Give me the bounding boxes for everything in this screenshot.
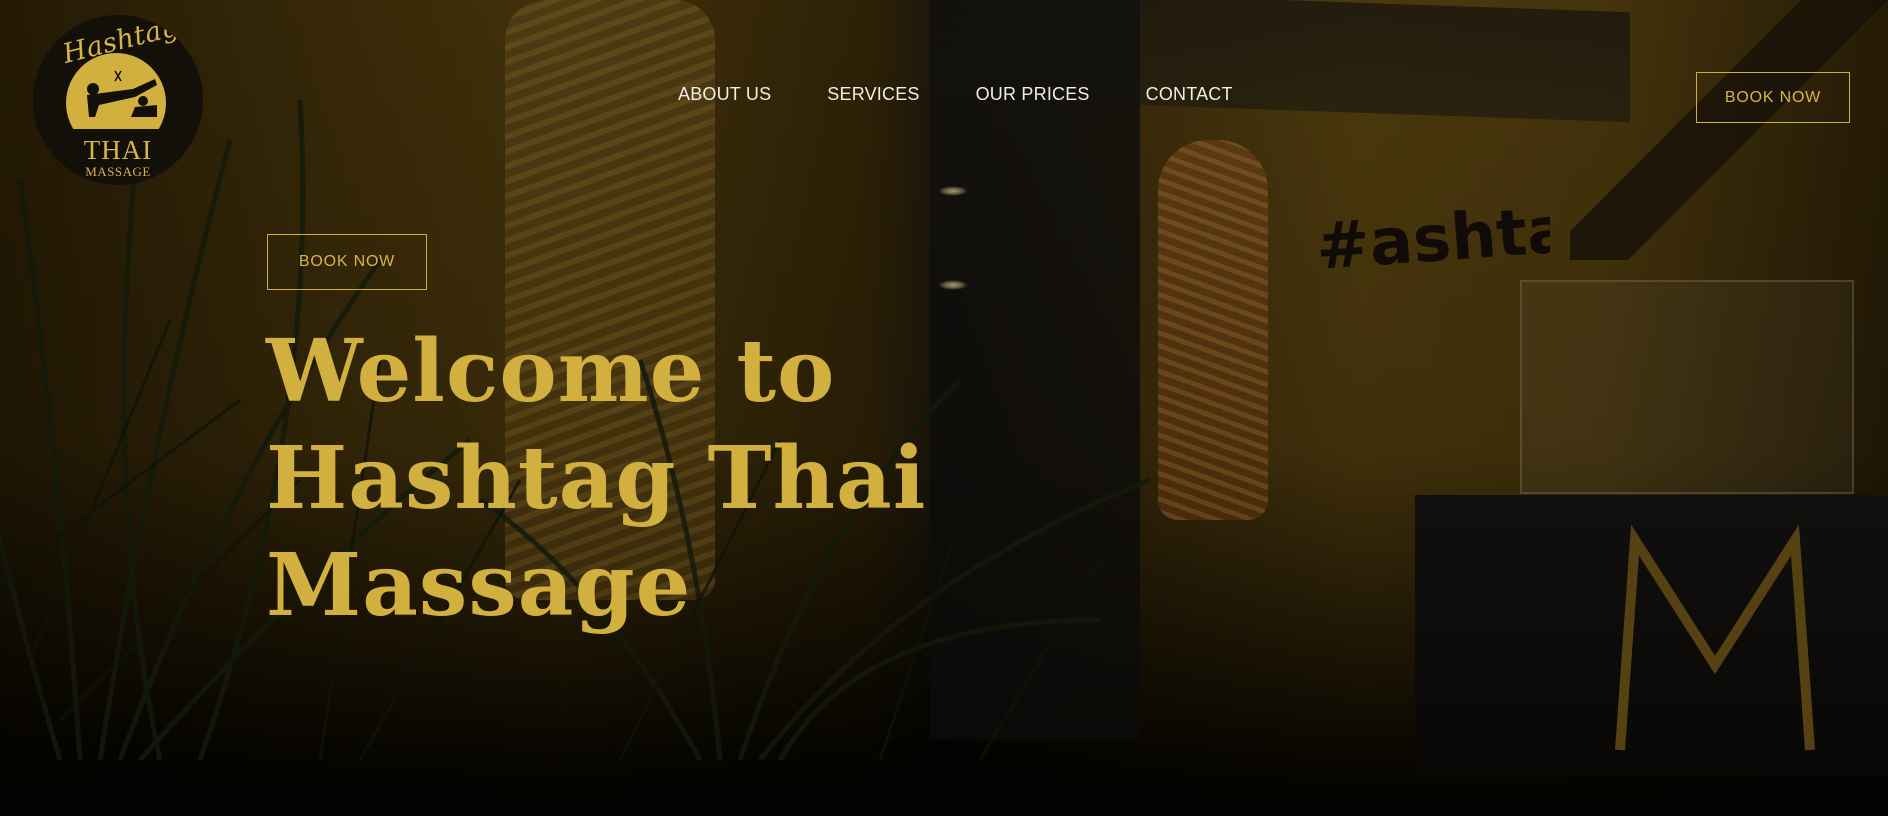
logo-main-text: THAI	[83, 135, 153, 165]
hero-headline: Welcome to Hashtag Thai Massage	[266, 318, 966, 639]
hero-section: #ashtag Hashtag THAI MASSAGE ABOUT US SE…	[0, 0, 1888, 816]
ceiling-light	[938, 280, 968, 290]
ceiling-light	[938, 186, 968, 196]
desk-m-decor	[1615, 525, 1815, 751]
logo-sub-text: MASSAGE	[85, 164, 151, 179]
hashtag-wall-sign: #ashtag	[1314, 195, 1550, 285]
headline-line: Hashtag Thai	[266, 428, 927, 529]
header-book-now-button[interactable]: BOOK NOW	[1696, 72, 1850, 123]
wall-sign-text: #ashtag	[1314, 195, 1550, 285]
brand-logo[interactable]: Hashtag THAI MASSAGE	[33, 15, 203, 185]
nav-item-contact[interactable]: CONTACT	[1146, 84, 1233, 105]
main-nav: ABOUT US SERVICES OUR PRICES CONTACT	[678, 84, 1233, 105]
reception-desk	[1415, 495, 1888, 775]
glass-cabinet	[1520, 280, 1854, 494]
nav-item-our-prices[interactable]: OUR PRICES	[976, 84, 1090, 105]
headline-line: Welcome to	[266, 321, 836, 422]
massage-figures-icon	[87, 70, 157, 117]
hero-book-now-button[interactable]: BOOK NOW	[267, 234, 427, 290]
nav-item-about-us[interactable]: ABOUT US	[678, 84, 771, 105]
headline-line: Massage	[266, 535, 692, 636]
stair-stripe-background	[1570, 0, 1888, 260]
wood-carving-right	[1158, 140, 1268, 520]
nav-item-services[interactable]: SERVICES	[827, 84, 919, 105]
